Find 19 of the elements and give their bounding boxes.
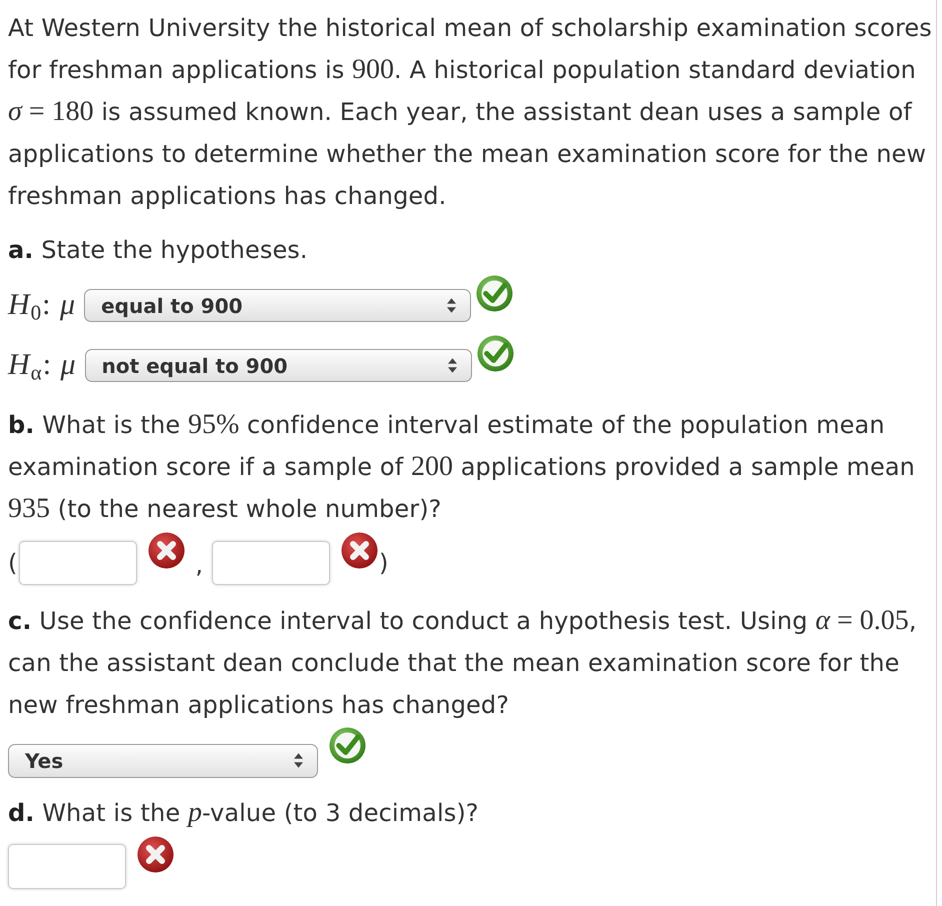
close-parenthesis: ) [379,548,388,578]
answer-field[interactable] [8,844,126,888]
up-down-arrows-icon [447,298,456,313]
question-text: c. Use the confidence interval to conduct a hypothesis test. Using α = 0.05, can the assistant dean conclude that the mean examination score for the new freshman applications has changed? [8,604,918,720]
problem-text: At Western University the historical mean of scholarship examination scores for freshman applications is 900. A historical population standard deviation σ = 180 is assumed known. Each year, the assistant dean uses a sample of applications to determine whether the mean examination score for the new freshman applications has changed. [8,13,933,212]
answer-field[interactable] [212,540,330,584]
answer-dropdown[interactable]: equal to 900 [84,289,472,322]
up-down-arrows-icon [294,753,303,768]
question-text: a. State the hypotheses. [8,235,309,266]
question-text: d. What is the p-value (to 3 decimals)? [8,796,480,830]
answer-dropdown[interactable]: Yes [8,744,318,778]
question-text: b. What is the 95% confidence interval estimate of the population mean examination score if a sample of 200 applications provided a sample mean 935 (to the nearest whole number)? [8,408,916,526]
hypothesis-label: H$_{0}$: μ [8,288,76,326]
comma: , [195,550,204,580]
up-down-arrows-icon [448,358,457,374]
open-parenthesis: ( [8,548,18,578]
answer-dropdown[interactable]: not equal to 900 [84,349,472,382]
answer-field[interactable] [19,540,138,584]
hypothesis-label: H$_{α}$: μ [8,348,77,386]
